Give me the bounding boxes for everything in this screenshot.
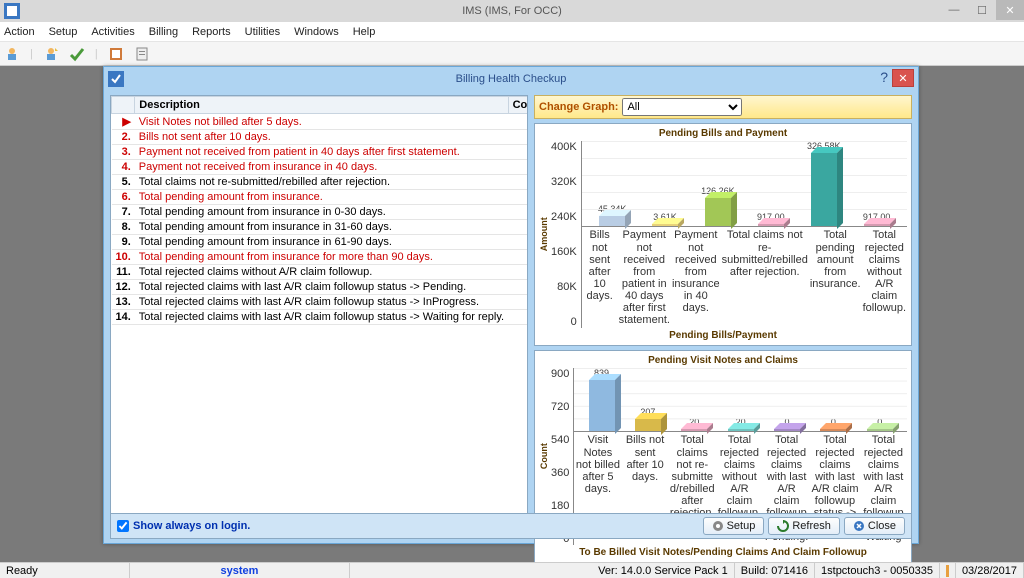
chart2-title: Pending Visit Notes and Claims: [539, 355, 907, 366]
col-description[interactable]: Description: [135, 97, 508, 114]
main-window-titlebar: IMS (IMS, For OCC) — ☐ ✕: [0, 0, 1024, 22]
chart1-bars: 45.34K3.61K126.26K917.00326.58K917.00: [582, 141, 907, 227]
table-row[interactable]: 14.Total rejected claims with last A/R c…: [112, 310, 529, 325]
menu-action[interactable]: Action: [4, 26, 35, 38]
table-row[interactable]: 6.Total pending amount from insurance.32…: [112, 190, 529, 205]
toolbar-icon-3[interactable]: [69, 46, 85, 62]
close-icon: [853, 520, 865, 532]
close-button[interactable]: Close: [844, 517, 905, 535]
toolbar-icon-5[interactable]: [134, 46, 150, 62]
change-graph-select[interactable]: All: [622, 98, 742, 116]
show-always-label: Show always on login.: [133, 520, 250, 532]
main-toolbar: | |: [0, 42, 1024, 66]
menu-utilities[interactable]: Utilities: [245, 26, 280, 38]
menu-windows[interactable]: Windows: [294, 26, 339, 38]
refresh-button[interactable]: Refresh: [768, 517, 840, 535]
status-date: 03/28/2017: [956, 563, 1024, 578]
dialog-icon: [108, 71, 124, 87]
col-idx[interactable]: [112, 97, 135, 114]
chart2-xlabel: To Be Billed Visit Notes/Pending Claims …: [539, 547, 907, 558]
maximize-button[interactable]: ☐: [968, 0, 996, 20]
table-row[interactable]: 11.Total rejected claims without A/R cla…: [112, 265, 529, 280]
status-version: Ver: 14.0.0 Service Pack 1: [592, 563, 735, 578]
change-graph-label: Change Graph:: [539, 101, 618, 113]
table-row[interactable]: 10.Total pending amount from insurance f…: [112, 250, 529, 265]
dialog-title: Billing Health Checkup: [456, 73, 567, 85]
minimize-button[interactable]: —: [940, 0, 968, 20]
mdi-workspace: Billing Health Checkup ? ✕ Description C…: [0, 66, 1024, 562]
menu-help[interactable]: Help: [353, 26, 376, 38]
status-host: 1stpctouch3 - 0050335: [815, 563, 940, 578]
toolbar-icon-2[interactable]: [43, 46, 59, 62]
dialog-close-button[interactable]: ✕: [892, 69, 914, 87]
status-user: system: [130, 563, 350, 578]
dialog-bottom-bar: Show always on login. Setup Refresh Clos…: [110, 513, 912, 539]
table-row[interactable]: 7.Total pending amount from insurance in…: [112, 205, 529, 220]
table-row[interactable]: 9.Total pending amount from insurance in…: [112, 235, 529, 250]
table-row[interactable]: 2.Bills not sent after 10 days.20745,337…: [112, 130, 529, 145]
status-build: Build: 071416: [735, 563, 815, 578]
status-bar: Ready system Ver: 14.0.0 Service Pack 1 …: [0, 562, 1024, 578]
table-row[interactable]: 4.Payment not received from insurance in…: [112, 160, 529, 175]
table-row[interactable]: 12.Total rejected claims with last A/R c…: [112, 280, 529, 295]
menu-activities[interactable]: Activities: [91, 26, 134, 38]
menu-billing[interactable]: Billing: [149, 26, 178, 38]
app-icon: [4, 3, 20, 19]
status-ready: Ready: [0, 563, 130, 578]
col-count[interactable]: Count: [508, 97, 528, 114]
table-row[interactable]: ▶Visit Notes not billed after 5 days.839…: [112, 114, 529, 130]
chart2-bars: 8392072020000: [574, 368, 907, 432]
gear-icon: [712, 520, 724, 532]
show-always-checkbox[interactable]: [117, 520, 129, 532]
change-graph-bar: Change Graph: All: [534, 95, 912, 119]
table-row[interactable]: 5.Total claims not re-submitted/rebilled…: [112, 175, 529, 190]
app-title: IMS (IMS, For OCC): [462, 5, 562, 17]
window-close-button[interactable]: ✕: [996, 0, 1024, 20]
status-tray-icon: [940, 563, 956, 578]
table-row[interactable]: 13.Total rejected claims with last A/R c…: [112, 295, 529, 310]
table-row[interactable]: 3.Payment not received from patient in 4…: [112, 145, 529, 160]
chart-pending-bills: Pending Bills and Payment Amount 400K320…: [534, 123, 912, 346]
billing-health-checkup-dialog: Billing Health Checkup ? ✕ Description C…: [103, 66, 919, 544]
metrics-table: Description Count Amount ▶Visit Notes no…: [110, 95, 528, 518]
refresh-icon: [777, 520, 789, 532]
main-menubar: Action Setup Activities Billing Reports …: [0, 22, 1024, 42]
menu-setup[interactable]: Setup: [49, 26, 78, 38]
chart1-ylabel: Amount: [539, 141, 549, 328]
setup-button[interactable]: Setup: [703, 517, 765, 535]
menu-reports[interactable]: Reports: [192, 26, 231, 38]
chart1-xlabel: Pending Bills/Payment: [539, 330, 907, 341]
chart1-yaxis: 400K320K240K160K80K0: [551, 141, 582, 328]
dialog-titlebar: Billing Health Checkup ? ✕: [104, 67, 918, 91]
toolbar-icon-4[interactable]: [108, 46, 124, 62]
dialog-help-button[interactable]: ?: [880, 69, 888, 85]
toolbar-icon-1[interactable]: [4, 46, 20, 62]
chart1-xlabels: Bills not sent after 10 days.Payment not…: [582, 227, 907, 328]
table-row[interactable]: 8.Total pending amount from insurance in…: [112, 220, 529, 235]
chart1-title: Pending Bills and Payment: [539, 128, 907, 139]
